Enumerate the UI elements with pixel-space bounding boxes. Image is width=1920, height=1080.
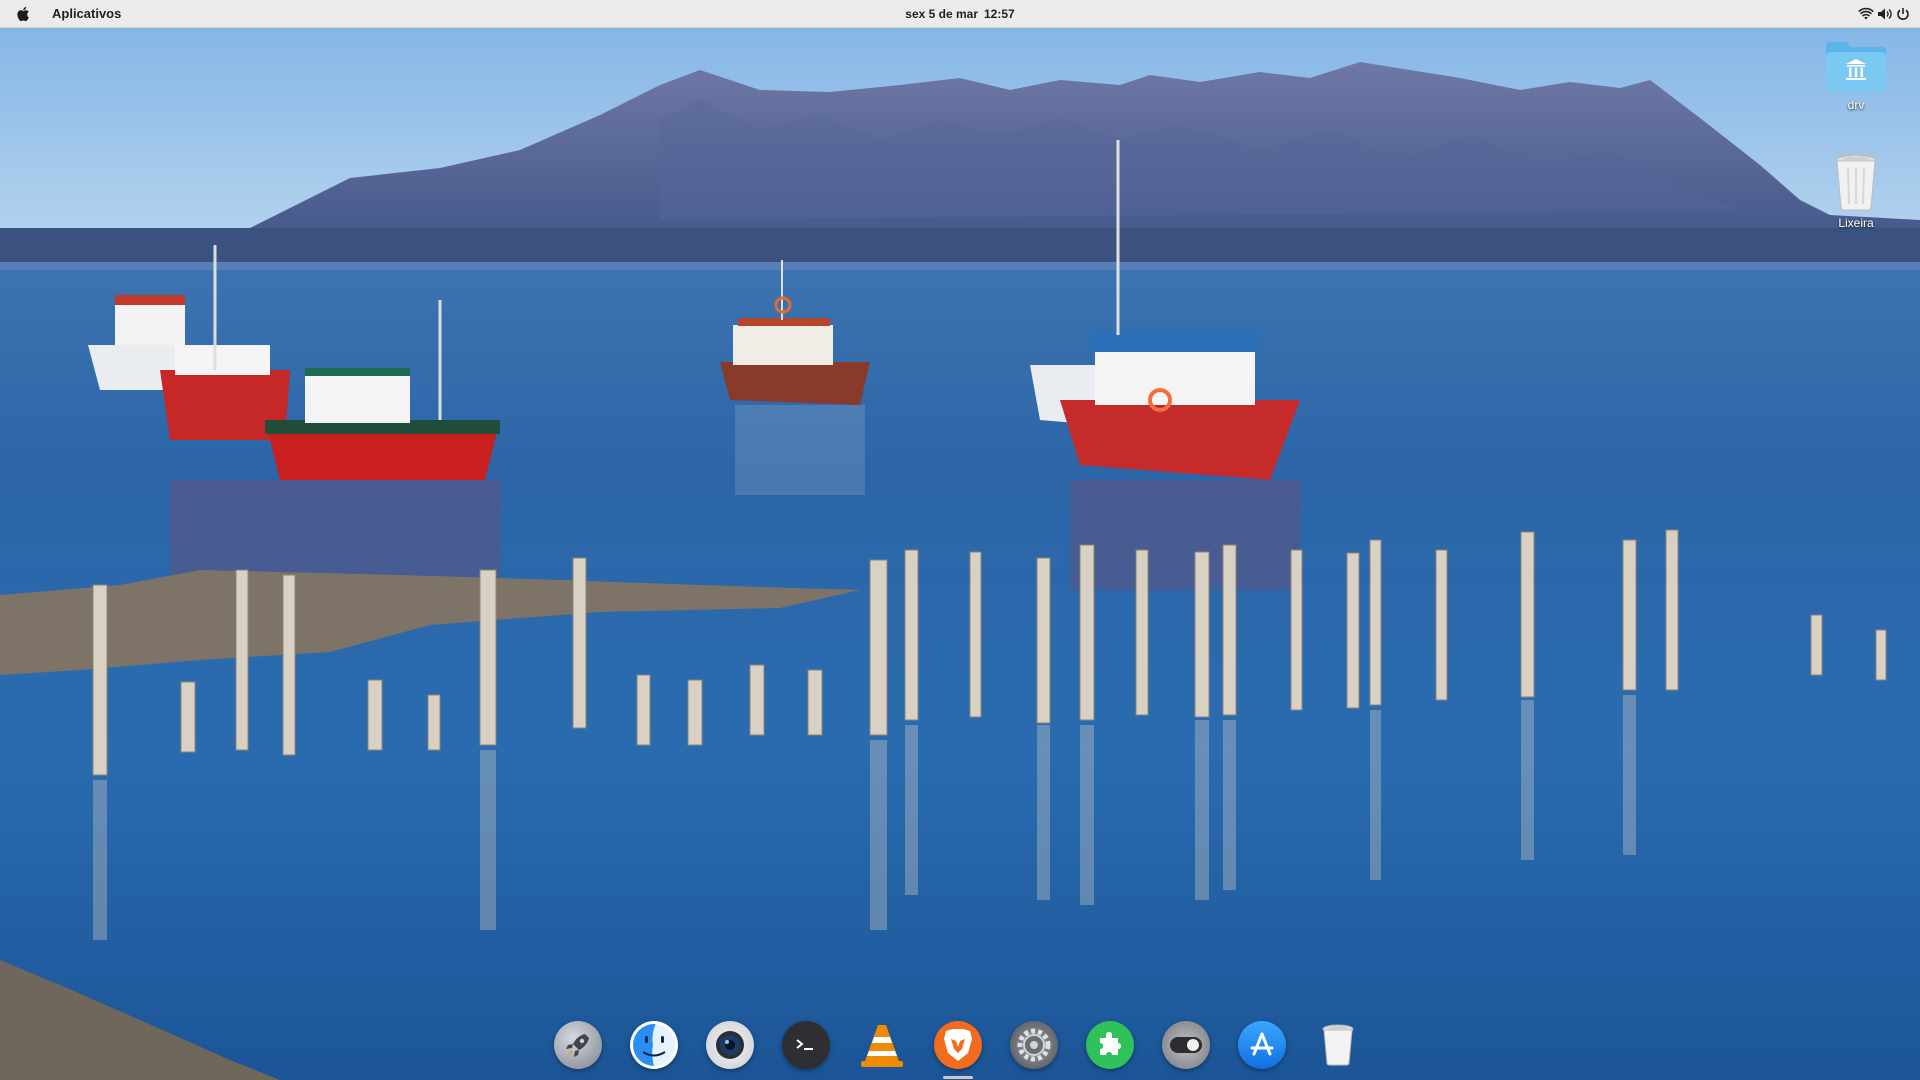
top-panel: Aplicativos sex 5 de mar 12:57 — [0, 0, 1920, 28]
dock-brave[interactable] — [934, 1021, 982, 1079]
desktop-wallpaper — [0, 0, 1920, 1080]
system-indicators[interactable] — [1858, 0, 1910, 28]
desktop-icon-trash[interactable]: Lixeira — [1811, 152, 1901, 230]
puzzle-piece-icon — [1100, 1032, 1121, 1055]
desktop-icon-label: Lixeira — [1838, 216, 1874, 230]
volume-icon[interactable] — [1877, 7, 1893, 21]
lion-shield-icon — [944, 1029, 972, 1061]
wifi-icon[interactable] — [1858, 7, 1874, 21]
camera-lens-icon — [716, 1031, 744, 1059]
traffic-cone-icon — [861, 1025, 903, 1067]
dock-trash[interactable] — [1314, 1021, 1362, 1069]
desktop-icon-label: drv — [1847, 98, 1865, 112]
trash-icon — [1835, 154, 1877, 211]
clock-time: 12:57 — [984, 7, 1015, 21]
trash-icon — [1322, 1024, 1354, 1066]
dock-vlc[interactable] — [858, 1021, 906, 1069]
network-drive-folder-icon — [1826, 42, 1886, 92]
app-store-a-icon — [1250, 1032, 1274, 1056]
apple-menu-button[interactable] — [12, 0, 34, 28]
finder-face-icon — [633, 1024, 675, 1066]
dock-tweaks[interactable] — [1162, 1021, 1210, 1069]
terminal-prompt-icon — [796, 1039, 813, 1050]
gear-icon — [1017, 1028, 1051, 1062]
toggle-switch-icon — [1170, 1037, 1202, 1053]
dock-extensions[interactable] — [1086, 1021, 1134, 1069]
dock-launchpad[interactable] — [554, 1021, 602, 1069]
dock-app-store[interactable] — [1238, 1021, 1286, 1069]
rocket-icon — [566, 1034, 589, 1057]
clock-button[interactable]: sex 5 de mar 12:57 — [905, 0, 1014, 28]
applications-menu-button[interactable]: Aplicativos — [52, 6, 121, 21]
clock-date: sex 5 de mar — [905, 7, 979, 21]
desktop-icon-drv[interactable]: drv — [1811, 40, 1901, 112]
dock-camera[interactable] — [706, 1021, 754, 1069]
running-indicator — [943, 1076, 973, 1079]
dock-finder[interactable] — [630, 1021, 678, 1069]
apple-logo-icon — [17, 6, 29, 21]
dock-settings[interactable] — [1010, 1021, 1058, 1069]
power-icon[interactable] — [1896, 7, 1910, 21]
dock — [554, 1014, 1362, 1079]
dock-terminal[interactable] — [782, 1021, 830, 1069]
